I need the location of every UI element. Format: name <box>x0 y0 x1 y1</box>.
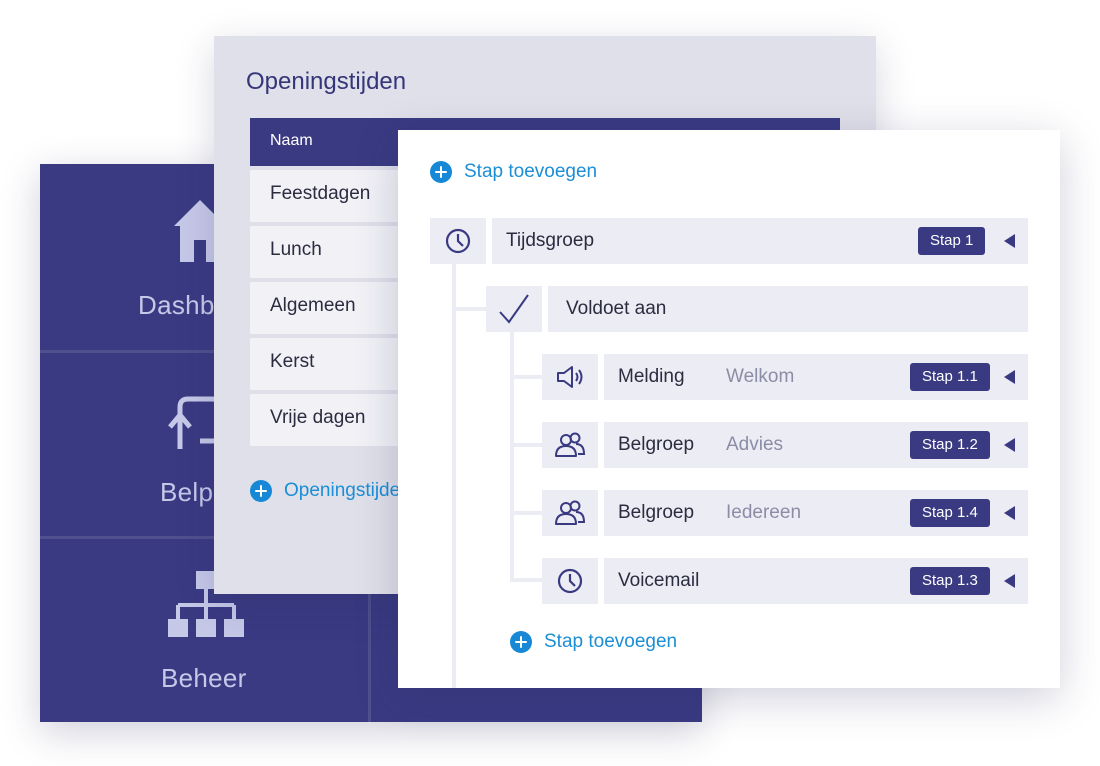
tree-connector <box>510 511 542 515</box>
step-row-voicemail[interactable]: Voicemail Stap 1.3 <box>604 558 1028 604</box>
page-title: Openingstijden <box>246 68 407 95</box>
step-title: Melding <box>618 366 685 387</box>
step-title: Tijdsgroep <box>506 230 595 251</box>
tree-connector <box>452 264 456 688</box>
step-badge: Stap 1 <box>918 227 986 255</box>
speaker-icon <box>557 366 583 388</box>
plus-icon <box>510 631 532 653</box>
tree-connector <box>510 578 542 582</box>
checkmark-icon <box>499 294 529 324</box>
step-row-melding[interactable]: Melding Welkom Stap 1.1 <box>604 354 1028 400</box>
step-badge: Stap 1.1 <box>910 363 990 391</box>
tree-connector <box>510 332 514 582</box>
step-icon-box <box>542 354 598 400</box>
collapse-arrow-icon[interactable] <box>1004 370 1015 384</box>
tree-connector <box>510 443 542 447</box>
clock-icon <box>557 568 583 594</box>
step-title: Belgroep <box>618 434 695 455</box>
step-badge: Stap 1.2 <box>910 431 990 459</box>
collapse-arrow-icon[interactable] <box>1004 438 1015 452</box>
plus-icon <box>430 161 452 183</box>
step-title: Belgroep <box>618 502 695 523</box>
group-icon <box>555 500 586 525</box>
collapse-arrow-icon[interactable] <box>1004 234 1015 248</box>
step-badge: Stap 1.3 <box>910 567 990 595</box>
step-icon-box <box>542 422 598 468</box>
group-icon <box>555 432 586 457</box>
tree-connector <box>510 375 542 379</box>
step-row-belgroep-advies[interactable]: Belgroep Advies Stap 1.2 <box>604 422 1028 468</box>
condition-row-voldoet-aan[interactable]: Voldoet aan <box>548 286 1028 332</box>
step-badge: Stap 1.4 <box>910 499 990 527</box>
plus-icon <box>250 480 272 502</box>
collapse-arrow-icon[interactable] <box>1004 506 1015 520</box>
call-flow-steps-panel: Stap toevoegen Tijdsgroep Stap 1 Voldoet… <box>398 130 1060 688</box>
condition-title: Voldoet aan <box>566 298 667 319</box>
add-step-button-top[interactable]: Stap toevoegen <box>430 161 597 183</box>
step-subtitle: Advies <box>726 434 784 455</box>
tree-connector <box>452 307 486 311</box>
add-step-button-bottom[interactable]: Stap toevoegen <box>510 631 677 653</box>
step-icon-box <box>430 218 486 264</box>
clock-icon <box>445 228 471 254</box>
step-subtitle: Iedereen <box>726 502 802 523</box>
step-title: Voicemail <box>618 570 700 591</box>
step-row-belgroep-iedereen[interactable]: Belgroep Iedereen Stap 1.4 <box>604 490 1028 536</box>
add-step-label: Stap toevoegen <box>464 161 598 182</box>
tile-beheer-label: Beheer <box>161 663 247 693</box>
add-step-label: Stap toevoegen <box>544 631 678 652</box>
step-icon-box <box>542 490 598 536</box>
collapse-arrow-icon[interactable] <box>1004 574 1015 588</box>
step-row-tijdsgroep[interactable]: Tijdsgroep Stap 1 <box>492 218 1028 264</box>
step-icon-box <box>542 558 598 604</box>
step-subtitle: Welkom <box>726 366 795 387</box>
step-icon-box <box>486 286 542 332</box>
